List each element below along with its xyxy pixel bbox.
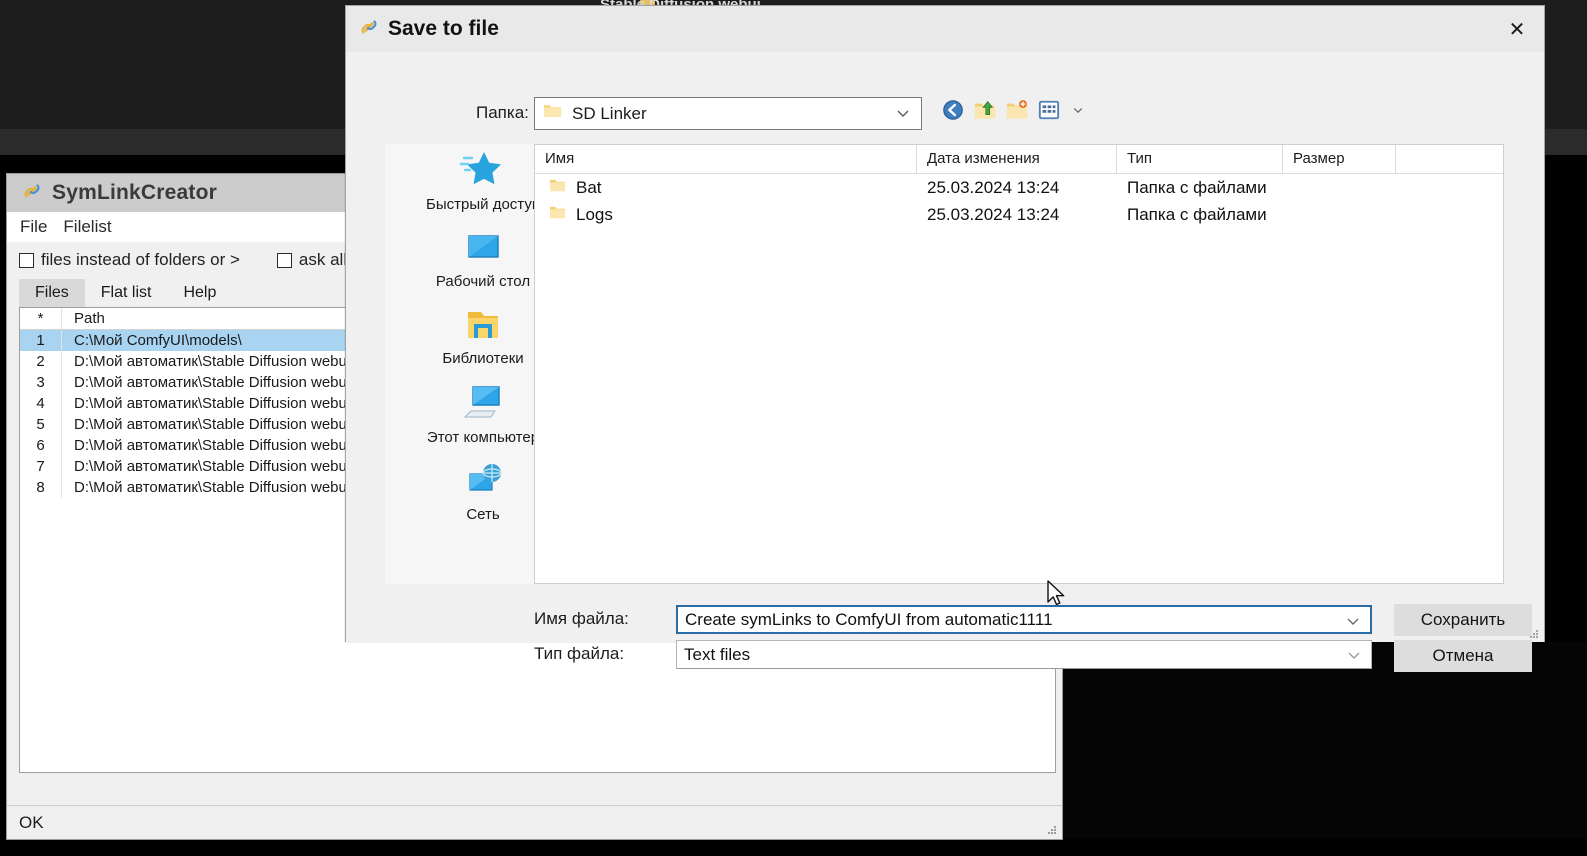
row-index: 6 [20, 435, 62, 456]
link-icon [21, 180, 43, 207]
column-header-name[interactable]: Имя [535, 145, 917, 173]
dialog-title: Save to file [388, 17, 499, 40]
menu-item-file[interactable]: File [20, 217, 47, 237]
file-list[interactable]: Имя Дата изменения Тип Размер Bat 25.03.2… [534, 144, 1504, 584]
folder-label: Папка: [476, 103, 529, 122]
star-icon [459, 152, 501, 185]
file-name-cell: Bat [535, 178, 917, 198]
tab-help[interactable]: Help [167, 279, 232, 307]
row-index: 5 [20, 414, 62, 435]
filename-input[interactable]: Create symLinks to ComfyUI from automati… [676, 605, 1372, 634]
place-label: Быстрый доступ [426, 196, 540, 213]
folder-icon [549, 205, 566, 225]
row-path: D:\Мой автоматик\Stable Diffusion webu [74, 458, 347, 475]
dialog-titlebar[interactable]: Save to file ✕ [346, 6, 1544, 52]
folder-icon [549, 178, 566, 198]
column-header-extra[interactable] [1396, 145, 1503, 173]
file-name-text: Logs [576, 204, 613, 224]
row-path: D:\Мой автоматик\Stable Diffusion webu [74, 437, 347, 454]
computer-icon [463, 386, 500, 418]
row-index: 7 [20, 456, 62, 477]
folder-combobox[interactable]: SD Linker [534, 97, 922, 130]
resize-grip-icon[interactable] [1045, 823, 1057, 835]
dialog-body: Папка: SD Linker Быстрый доступ Рабочий … [346, 52, 1544, 672]
place-label: Этот компьютер [426, 429, 540, 446]
checkbox-label: ask all [298, 250, 348, 269]
column-header-date[interactable]: Дата изменения [917, 145, 1117, 173]
file-date-cell: 25.03.2024 13:24 [927, 204, 1060, 224]
file-date-cell: 25.03.2024 13:24 [927, 177, 1060, 197]
file-list-body: Bat 25.03.2024 13:24 Папка с файлами Logs 25… [535, 174, 1503, 228]
checkbox-box[interactable] [276, 252, 292, 268]
tab-files[interactable]: Files [19, 279, 85, 307]
chevron-down-icon[interactable] [1345, 613, 1361, 629]
filetype-label: Тип файла: [534, 644, 625, 663]
place-label: Сеть [466, 506, 500, 523]
resize-grip-icon[interactable] [1527, 627, 1539, 639]
back-icon[interactable] [942, 99, 964, 121]
chevron-down-icon[interactable] [1346, 647, 1362, 663]
file-name-text: Bat [576, 177, 602, 197]
row-path: D:\Мой автоматик\Stable Diffusion webu [74, 374, 347, 391]
close-icon[interactable]: ✕ [1490, 6, 1544, 52]
libraries-folder-icon [468, 312, 498, 338]
folder-value: SD Linker [572, 103, 647, 123]
file-type-cell: Папка с файлами [1127, 177, 1267, 197]
status-text: OK [19, 812, 44, 832]
checkbox-box[interactable] [19, 252, 34, 268]
place-label: Библиотеки [442, 350, 524, 367]
column-header-type[interactable]: Тип [1117, 145, 1283, 173]
symlinkcreator-title: SymLinkCreator [52, 181, 218, 204]
row-index: 4 [20, 393, 62, 414]
file-list-row[interactable]: Bat 25.03.2024 13:24 Папка с файлами [535, 174, 1503, 201]
file-list-row[interactable]: Logs 25.03.2024 13:24 Папка с файлами [535, 201, 1503, 228]
row-index: 2 [20, 351, 62, 372]
screen: Stable Diffusion webui SymLinkCreator Fi… [0, 0, 1587, 856]
folder-icon [543, 103, 562, 124]
up-folder-icon[interactable] [974, 99, 996, 121]
dialog-toolbar[interactable] [942, 99, 1084, 121]
row-path: D:\Мой автоматик\Stable Diffusion webu [74, 353, 347, 370]
row-path: C:\Мой ComfyUI\models\ [74, 332, 242, 349]
menu-item-filelist[interactable]: Filelist [63, 217, 111, 237]
row-index: 3 [20, 372, 62, 393]
new-folder-icon[interactable] [1006, 99, 1028, 121]
checkbox-label: files instead of folders or > [41, 250, 240, 269]
column-header-star[interactable]: * [20, 308, 62, 329]
row-index: 1 [20, 330, 62, 351]
column-header-path[interactable]: Path [62, 310, 105, 327]
column-header-size[interactable]: Размер [1283, 145, 1396, 173]
desktop-icon [468, 235, 499, 258]
row-path: D:\Мой автоматик\Stable Diffusion webu [74, 395, 347, 412]
network-icon [469, 464, 502, 491]
symlinkcreator-statusbar: OK [7, 805, 1062, 839]
folder-selector-row: Папка: SD Linker [346, 97, 1544, 131]
tab-flat-list[interactable]: Flat list [85, 279, 168, 307]
filename-value: Create symLinks to ComfyUI from automati… [685, 609, 1053, 629]
save-to-file-dialog[interactable]: Save to file ✕ Папка: SD Linker Быстрый … [345, 5, 1545, 672]
save-button[interactable]: Сохранить [1394, 604, 1532, 636]
checkbox-files-instead-of-folders[interactable]: files instead of folders or > [19, 250, 240, 270]
checkbox-ask-all[interactable]: ask all [276, 250, 348, 270]
row-path: D:\Мой автоматик\Stable Diffusion webu [74, 416, 347, 433]
view-options-icon[interactable] [1038, 99, 1060, 121]
link-icon [358, 16, 380, 43]
row-index: 8 [20, 477, 62, 498]
filetype-select[interactable]: Text files [676, 640, 1372, 669]
file-list-header: Имя Дата изменения Тип Размер [535, 145, 1503, 174]
place-label: Рабочий стол [435, 273, 531, 290]
chevron-down-icon[interactable] [895, 105, 911, 121]
file-name-cell: Logs [535, 205, 917, 225]
cancel-button[interactable]: Отмена [1394, 640, 1532, 672]
chevron-down-icon[interactable] [1072, 104, 1084, 116]
row-path: D:\Мой автоматик\Stable Diffusion webu [74, 479, 347, 496]
filename-label: Имя файла: [534, 609, 629, 628]
filetype-value: Text files [684, 644, 751, 664]
file-type-cell: Папка с файлами [1127, 204, 1267, 224]
